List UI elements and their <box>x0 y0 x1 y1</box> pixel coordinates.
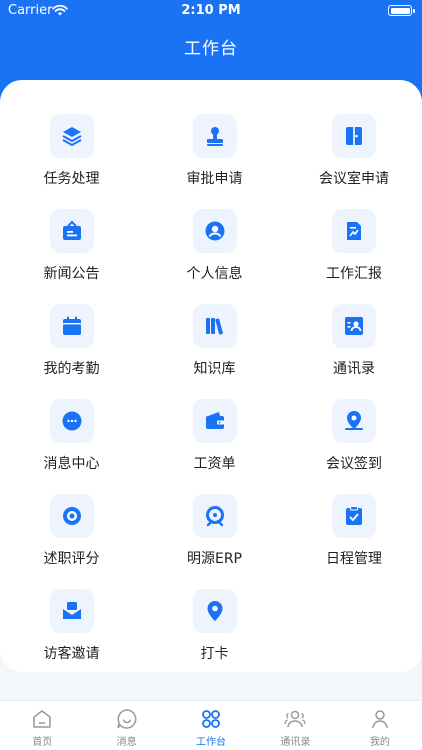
map-pin-icon <box>192 589 237 633</box>
grid-item-meeting-room[interactable]: 会议室申请 <box>286 114 422 209</box>
grid-item-label: 通讯录 <box>333 361 375 377</box>
grid-item-tasks[interactable]: 任务处理 <box>0 114 143 209</box>
grid-item-contacts[interactable]: 通讯录 <box>286 304 422 399</box>
grid-item-erp[interactable]: 明源ERP <box>143 494 286 589</box>
grid-item-label: 我的考勤 <box>43 361 100 377</box>
grid-item-visitor[interactable]: 访客邀请 <box>0 589 143 684</box>
grid-item-label: 访客邀请 <box>43 646 100 662</box>
page-title: 工作台 <box>184 39 238 59</box>
clock-time: 2:10 PM <box>181 3 241 18</box>
grid-item-label: 会议室申请 <box>319 171 389 187</box>
grid-item-clock-in[interactable]: 打卡 <box>143 589 286 684</box>
grid-item-schedule[interactable]: 日程管理 <box>286 494 422 589</box>
tab-mine[interactable]: 我的 <box>338 701 422 750</box>
battery-icon <box>388 5 415 16</box>
grid-item-label: 知识库 <box>193 361 236 377</box>
tab-label: 通讯录 <box>280 737 311 748</box>
apps-icon <box>202 710 220 728</box>
people-icon <box>284 710 307 728</box>
grid-item-label: 工作汇报 <box>326 266 382 282</box>
clipboard-check-icon <box>332 494 376 538</box>
smile-bubble-icon <box>116 709 137 729</box>
grid-item-approval[interactable]: 审批申请 <box>143 114 286 209</box>
target-icon <box>49 494 94 538</box>
grid-item-label: 打卡 <box>200 646 229 662</box>
grid-item-payslip[interactable]: 工资单 <box>143 399 286 494</box>
grid-item-review[interactable]: 述职评分 <box>0 494 143 589</box>
tab-contacts[interactable]: 通讯录 <box>253 701 337 750</box>
bottom-tab-bar: 首页 消息 工作台 通讯录 我的 <box>0 700 422 750</box>
location-check-icon <box>332 399 376 443</box>
person-icon <box>372 710 388 729</box>
chat-bubble-icon <box>49 399 94 443</box>
grid-item-label: 日程管理 <box>326 551 382 567</box>
grid-item-knowledge[interactable]: 知识库 <box>143 304 286 399</box>
grid-item-label: 新闻公告 <box>43 266 100 282</box>
tab-label: 消息 <box>116 737 137 748</box>
contact-card-icon <box>332 304 376 348</box>
tab-label: 首页 <box>32 737 53 748</box>
grid-item-label: 任务处理 <box>43 171 100 187</box>
report-icon <box>332 209 376 253</box>
grid-item-messages[interactable]: 消息中心 <box>0 399 143 494</box>
tab-home[interactable]: 首页 <box>0 701 84 750</box>
user-circle-icon <box>192 209 237 253</box>
grid-item-profile[interactable]: 个人信息 <box>143 209 286 304</box>
grid-item-checkin[interactable]: 会议签到 <box>286 399 422 494</box>
mail-icon <box>49 589 94 633</box>
door-icon <box>332 114 376 158</box>
status-bar: Carrier 2:10 PM <box>0 0 422 22</box>
grid-item-label: 会议签到 <box>326 456 382 472</box>
grid-item-label: 工资单 <box>193 456 236 472</box>
erp-icon <box>192 494 237 538</box>
grid-item-attendance[interactable]: 我的考勤 <box>0 304 143 399</box>
tab-label: 工作台 <box>196 737 227 748</box>
books-icon <box>192 304 237 348</box>
layers-icon <box>49 114 94 158</box>
tab-messages[interactable]: 消息 <box>84 701 168 750</box>
grid-item-label: 个人信息 <box>186 266 243 282</box>
home-icon <box>33 710 51 728</box>
workbench-card: 任务处理 审批申请 会议室申请 新闻公告 个人信息 工作汇报 我的考勤 知识库 … <box>0 80 422 672</box>
grid-item-report[interactable]: 工作汇报 <box>286 209 422 304</box>
grid-item-label: 审批申请 <box>186 171 243 187</box>
grid-item-news[interactable]: 新闻公告 <box>0 209 143 304</box>
grid-item-label: 消息中心 <box>43 456 100 472</box>
tab-workbench[interactable]: 工作台 <box>169 701 253 750</box>
tab-label: 我的 <box>369 737 390 748</box>
bulletin-icon <box>49 209 94 253</box>
app-grid: 任务处理 审批申请 会议室申请 新闻公告 个人信息 工作汇报 我的考勤 知识库 … <box>0 114 422 684</box>
grid-item-label: 述职评分 <box>43 551 100 567</box>
wallet-icon <box>192 399 237 443</box>
stamp-icon <box>192 114 237 158</box>
grid-item-label: 明源ERP <box>186 551 242 567</box>
calendar-icon <box>49 304 94 348</box>
